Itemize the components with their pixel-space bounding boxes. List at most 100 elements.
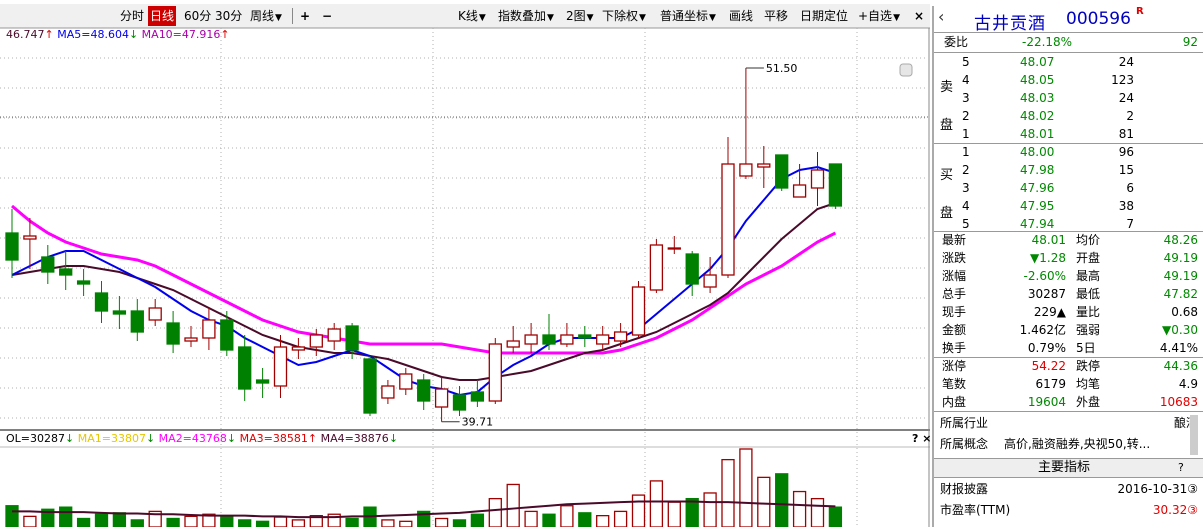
scroll-handle-icon[interactable] [899,63,913,77]
kline-menu[interactable]: K线▼ [458,6,486,26]
stat-row[interactable]: 现手 229▲ 量比 0.68 [934,304,1203,321]
buy-level-row[interactable]: 1 48.00 96 [934,144,1203,161]
prev-stock-icon[interactable]: ‹ [938,7,944,26]
chevron-down-icon: ▼ [275,13,282,23]
stat-row[interactable]: 涨幅 -2.60% 最高 49.19 [934,268,1203,285]
buy-level-row[interactable]: 3 47.96 6 [934,180,1203,197]
candle-up [273,346,288,387]
candle-down [775,154,789,189]
stat-label: 现手 [942,305,967,319]
level-price: 48.03 [1020,91,1055,105]
low-price-label: 39.71 [462,416,494,429]
candle-down [130,310,144,333]
candle-up [596,334,610,345]
stat-label: 开盘 [1076,251,1101,265]
sell-level-row[interactable]: 5 48.07 24 [934,54,1203,71]
stat-value: 10683 [1159,395,1198,409]
down-arrow-icon: ↓ [128,28,139,41]
stat-label: 最低 [1076,287,1101,301]
candle-up [703,274,717,288]
kline-chart[interactable]: 51.50 39.71 ? × [0,0,930,527]
stat-label: 最高 [1076,269,1101,283]
stat-label: 跌停 [1076,359,1101,373]
limit-row[interactable]: 内盘 19604 外盘 10683 [934,394,1203,411]
ex-rights-label: 下除权 [602,9,639,23]
pan-button[interactable]: 平移 [764,6,788,26]
draw-line-button[interactable]: 画线 [729,6,753,26]
tab-fenshi[interactable]: 分时 [120,6,144,26]
two-charts-menu[interactable]: 2图▼ [566,6,594,26]
chevron-down-icon: ▼ [478,13,486,23]
stat-value: 4.9 [1178,377,1198,391]
candle-down [59,268,73,276]
help-icon[interactable]: ? [1178,459,1184,477]
chart-background [0,0,930,527]
close-icon[interactable]: × [914,6,924,26]
date-locate-button[interactable]: 日期定位 [800,6,848,26]
candle-up [381,385,395,399]
candle-down [685,253,699,285]
volume-bar-down [130,519,144,527]
stat-value: 44.36 [1163,359,1198,373]
watchlist-label: +自选 [858,9,893,23]
sell-level-row[interactable]: 3 48.03 24 [934,90,1203,107]
volume-help-icon[interactable]: ? × [912,432,930,445]
candle-up [291,346,306,351]
limit-row[interactable]: 涨停 54.22 跌停 44.36 [934,358,1203,375]
sell-level-row[interactable]: 4 48.05 123 [934,72,1203,89]
volume-bar-down [775,473,789,527]
index-overlay-menu[interactable]: 指数叠加▼ [498,6,554,26]
volume-bar-down [345,517,359,527]
up-arrow-icon: ↑ [44,28,54,41]
sell-level-row[interactable]: 2 48.02 2 [934,108,1203,125]
volume-bar-up [649,480,664,527]
weibi-diff: 92 [1182,35,1198,49]
coordinate-menu[interactable]: 普通坐标▼ [660,6,716,26]
stat-row[interactable]: 总手 30287 最低 47.82 [934,286,1203,303]
tab-60min[interactable]: 60分 [184,6,211,26]
candle-down [76,280,91,285]
ex-rights-menu[interactable]: 下除权▼ [602,6,646,26]
watchlist-menu[interactable]: +自选▼ [858,6,900,26]
limit-row[interactable]: 笔数 6179 均笔 4.9 [934,376,1203,393]
candle-down [578,334,592,339]
level-volume: 2 [1126,109,1134,123]
zoom-out-button[interactable]: − [322,6,332,26]
candle-up [184,337,198,342]
stock-code: 000596 [1066,9,1131,29]
buy-level-row[interactable]: 2 47.98 15 [934,162,1203,179]
zoom-in-button[interactable]: + [300,6,310,26]
stock-title-bar: ‹ 古井贡酒 000596 R [934,6,1203,34]
industry-value[interactable]: 酿酒 [1104,415,1198,432]
stat-row[interactable]: 换手 0.79% 5日 4.41% [934,340,1203,357]
tab-daily[interactable]: 日线 [148,6,177,26]
pe-value: 30.32③ [1152,503,1198,517]
tab-weekly[interactable]: 周线▼ [250,6,282,26]
stat-label: 内盘 [942,395,967,409]
candle-up [667,247,681,250]
volume-bar-up [757,476,771,527]
pe-label: 市盈率(TTM) [940,503,1011,517]
stat-row[interactable]: 金额 1.462亿 强弱 ▼0.30 [934,322,1203,339]
candle-up [721,163,735,276]
candle-up [202,319,216,339]
volume-bar-up [560,505,574,527]
stat-row[interactable]: 涨跌 ▼1.28 开盘 49.19 [934,250,1203,267]
stat-value: 19604 [1027,395,1066,409]
buy-level-row[interactable]: 4 47.95 38 [934,198,1203,215]
scrollbar[interactable] [1190,415,1198,455]
stat-value: 47.82 [1163,287,1198,301]
stat-value: 48.26 [1163,233,1198,247]
candle-up [327,328,341,342]
stat-row[interactable]: 最新 48.01 均价 48.26 [934,232,1203,249]
stat-value: 6179 [1035,377,1066,391]
sell-level-row[interactable]: 1 48.01 81 [934,126,1203,143]
tab-30min[interactable]: 30分 [215,6,242,26]
volume-bar-down [470,513,485,527]
stat-label: 总手 [942,287,967,301]
volume-bar-up [631,494,646,527]
level-volume: 24 [1118,55,1134,69]
candle-down [41,256,55,273]
level-price: 48.07 [1020,55,1055,69]
concept-value[interactable]: 高价,融资融券,央视50,转... [1004,436,1188,453]
